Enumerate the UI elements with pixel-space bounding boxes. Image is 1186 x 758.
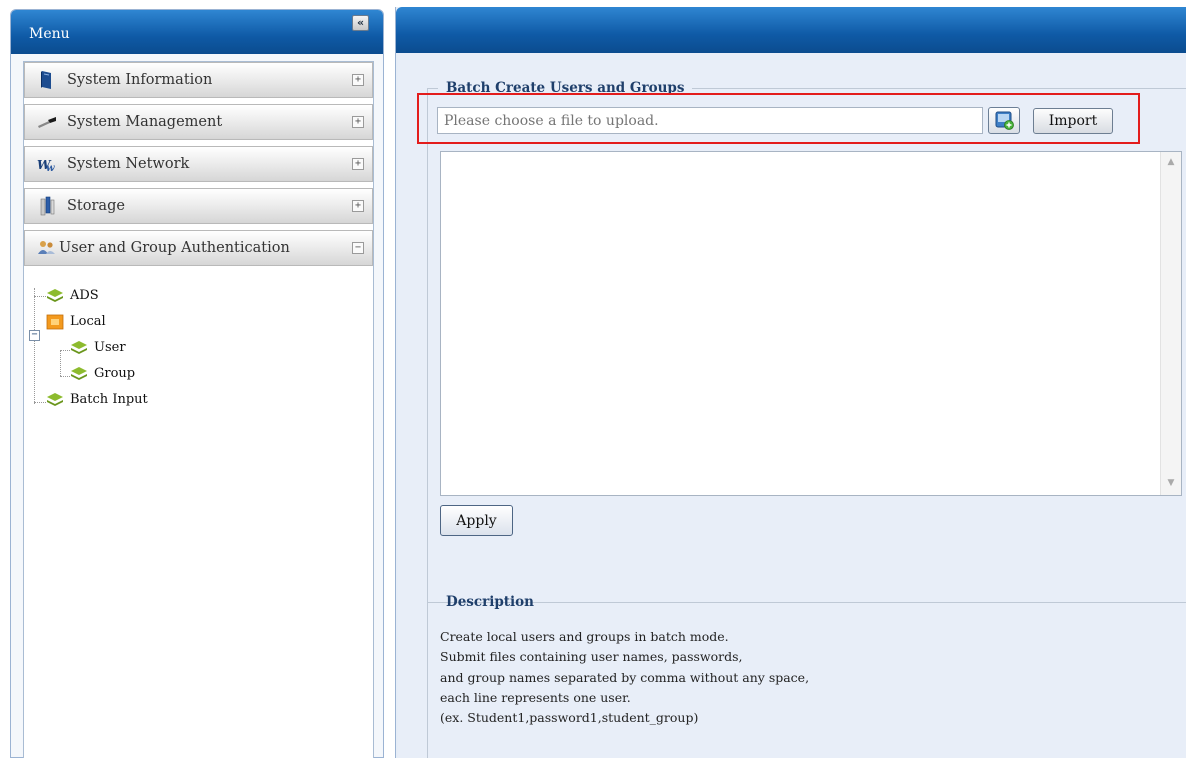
menu-section-system-information[interactable]: System Information + xyxy=(24,62,373,98)
menu-section-label: User and Group Authentication xyxy=(59,240,290,256)
tree-line xyxy=(60,350,61,376)
local-collapse-icon[interactable]: − xyxy=(29,330,40,341)
tree-line xyxy=(34,402,46,403)
expand-icon[interactable]: + xyxy=(352,74,364,86)
menu-title: Menu xyxy=(29,26,70,42)
batch-create-legend: Batch Create Users and Groups xyxy=(446,80,685,96)
network-icon: W w xyxy=(37,158,55,174)
description-legend: Description xyxy=(446,594,534,610)
description-text: Create local users and groups in batch m… xyxy=(440,627,1140,728)
file-path-input[interactable] xyxy=(437,107,983,134)
auth-tree: ADS − Local User Group Batch Input xyxy=(24,284,373,444)
tree-item-label: Local xyxy=(70,314,106,329)
description-line: (ex. Student1,password1,student_group) xyxy=(440,710,699,726)
menu-section-label: System Network xyxy=(67,156,190,172)
tree-item-label: ADS xyxy=(70,288,99,303)
wrench-icon xyxy=(38,117,56,128)
menu-header: Menu « xyxy=(11,10,383,54)
expand-icon[interactable]: + xyxy=(352,158,364,170)
description-line: Submit files containing user names, pass… xyxy=(440,649,743,665)
textarea-scrollbar[interactable]: ▲ ▼ xyxy=(1160,152,1181,495)
tree-line xyxy=(34,296,46,297)
menu-section-system-management[interactable]: System Management + xyxy=(24,104,373,140)
menu-section-system-network[interactable]: W w System Network + xyxy=(24,146,373,182)
book-icon xyxy=(41,71,51,89)
tree-line xyxy=(34,288,35,404)
scroll-up-icon[interactable]: ▲ xyxy=(1165,156,1177,168)
tree-item-label: Batch Input xyxy=(70,392,148,407)
group-icon xyxy=(71,367,87,380)
menu-section-user-group-authentication[interactable]: User and Group Authentication − xyxy=(24,230,373,266)
menu-section-label: System Management xyxy=(67,114,223,130)
ads-icon xyxy=(47,289,63,302)
batch-data-textarea[interactable] xyxy=(440,151,1182,496)
expand-icon[interactable]: + xyxy=(352,116,364,128)
menu-section-label: Storage xyxy=(67,198,125,214)
description-line: and group names separated by comma witho… xyxy=(440,669,810,685)
tree-item-label: User xyxy=(94,340,126,355)
local-folder-icon xyxy=(46,314,64,330)
menu-body: System Information + System Management +… xyxy=(23,61,374,758)
browse-file-icon xyxy=(995,111,1014,130)
tree-item-label: Group xyxy=(94,366,136,381)
menu-panel: Menu « System Information + System Manag… xyxy=(10,9,384,758)
collapse-icon[interactable]: − xyxy=(352,242,364,254)
browse-file-button[interactable] xyxy=(988,107,1020,134)
collapse-menu-button[interactable]: « xyxy=(352,15,369,31)
apply-button[interactable]: Apply xyxy=(440,505,513,536)
import-button[interactable]: Import xyxy=(1033,108,1113,134)
svg-text:w: w xyxy=(46,163,55,174)
menu-section-label: System Information xyxy=(67,72,213,88)
tree-line xyxy=(60,376,70,377)
users-icon xyxy=(38,241,55,254)
user-icon xyxy=(71,341,87,354)
storage-icon xyxy=(40,196,55,216)
expand-icon[interactable]: + xyxy=(352,200,364,212)
description-line: each line represents one user. xyxy=(440,689,631,705)
batch-input-icon xyxy=(47,393,63,406)
tree-line xyxy=(60,350,70,351)
menu-section-storage[interactable]: Storage + xyxy=(24,188,373,224)
content-header xyxy=(396,7,1186,53)
scroll-down-icon[interactable]: ▼ xyxy=(1165,477,1177,489)
description-line: Create local users and groups in batch m… xyxy=(440,629,729,644)
